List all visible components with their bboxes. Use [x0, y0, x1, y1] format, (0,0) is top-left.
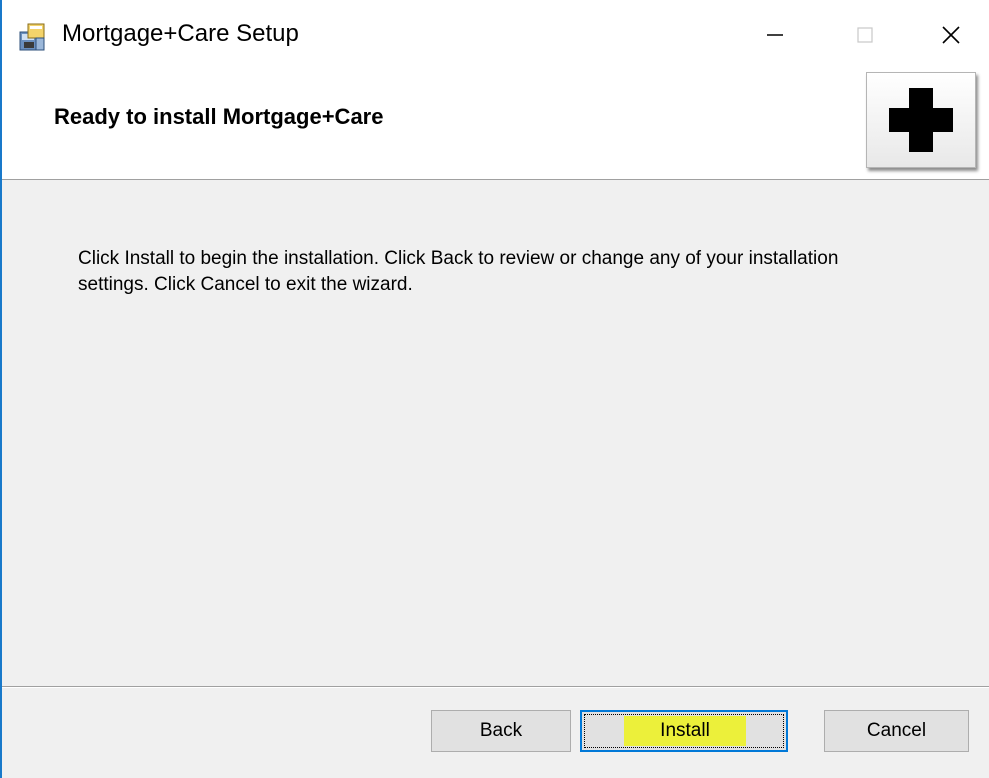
- close-button[interactable]: [910, 0, 989, 70]
- install-button[interactable]: Install: [580, 710, 788, 752]
- wizard-body: Click Install to begin the installation.…: [2, 180, 989, 685]
- page-title: Ready to install Mortgage+Care: [54, 104, 384, 129]
- back-button[interactable]: Back: [431, 710, 571, 752]
- title-bar[interactable]: Mortgage+Care Setup: [2, 0, 989, 78]
- minimize-icon: [767, 34, 783, 36]
- close-icon: [941, 26, 960, 44]
- back-button-label: Back: [479, 720, 523, 741]
- window-title: Mortgage+Care Setup: [62, 20, 299, 47]
- install-button-label: Install: [624, 716, 746, 746]
- setup-window: Mortgage+Care Setup Ready to install Mor…: [0, 0, 989, 778]
- installer-app-icon: [18, 22, 48, 52]
- cancel-button-label: Cancel: [866, 720, 927, 741]
- minimize-button[interactable]: [730, 0, 820, 70]
- wizard-footer: Back Install Cancel: [2, 688, 989, 778]
- banner-image: [866, 72, 976, 168]
- wizard-header: Ready to install Mortgage+Care: [2, 72, 989, 180]
- install-focus-rect: Install: [584, 714, 784, 748]
- cancel-button[interactable]: Cancel: [824, 710, 969, 752]
- maximize-icon: [857, 27, 873, 43]
- plus-icon: [889, 88, 953, 152]
- instructions-text: Click Install to begin the installation.…: [78, 248, 839, 295]
- footer-divider: [2, 686, 989, 687]
- maximize-button[interactable]: [820, 0, 910, 70]
